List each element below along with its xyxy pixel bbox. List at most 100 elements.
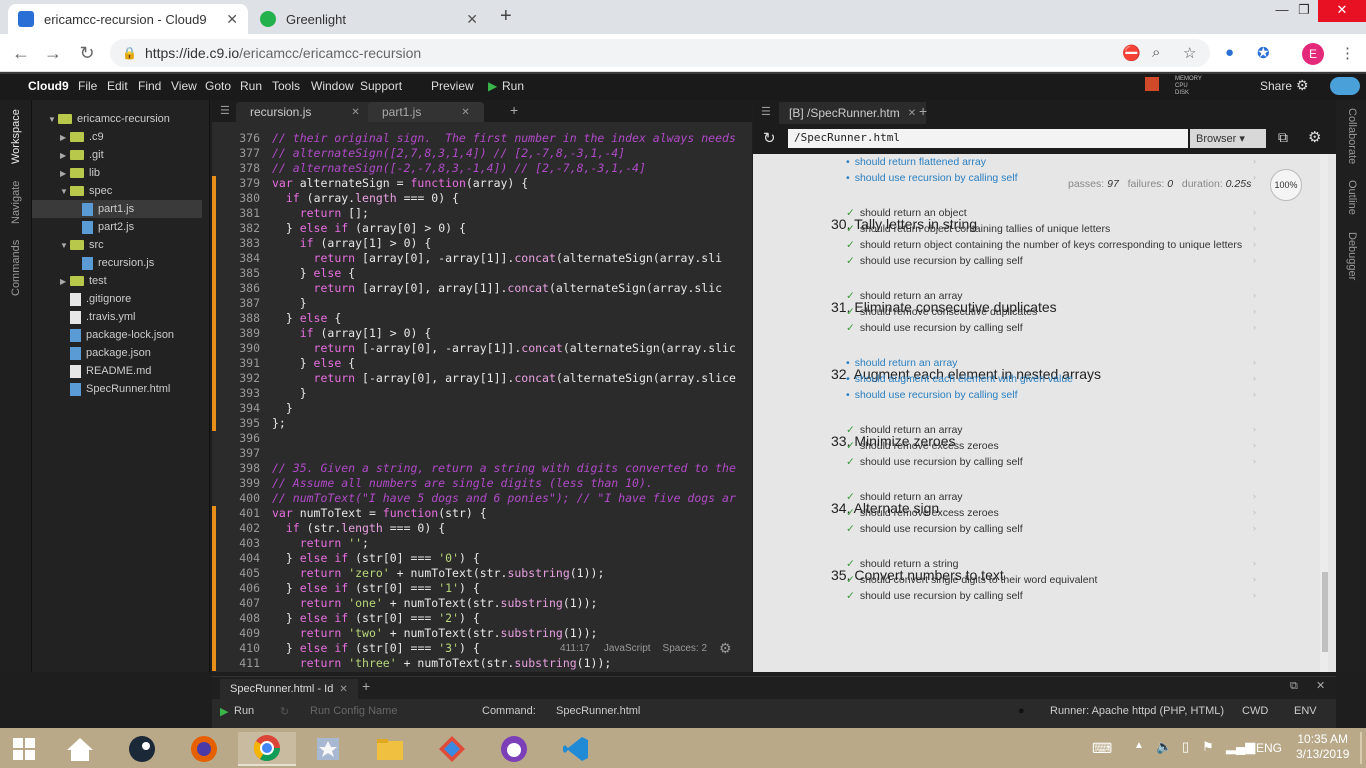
runner-select[interactable]: Runner: Apache httpd (PHP, HTML): [1050, 705, 1224, 717]
close-tab-icon[interactable]: ✕: [226, 11, 238, 28]
tree-item[interactable]: ▼ src: [32, 236, 202, 254]
restart-icon[interactable]: ↻: [280, 705, 289, 718]
chevron-right-icon[interactable]: ›: [1253, 156, 1256, 166]
code-line[interactable]: 407 return 'one' + numToText(str.substri…: [212, 596, 752, 611]
preview-url-field[interactable]: /SpecRunner.html: [788, 129, 1188, 148]
keyboard-icon[interactable]: ⌨: [1092, 740, 1112, 757]
tree-item[interactable]: package.json: [32, 344, 202, 362]
close-tab-icon[interactable]: ✕: [466, 11, 478, 28]
browser-tab-cloud9[interactable]: ericamcc-recursion - Cloud9 ✕: [8, 4, 248, 34]
spec-test-item[interactable]: ✓ should use recursion by calling self: [846, 255, 1023, 267]
zoom-icon[interactable]: ⌕: [1152, 44, 1160, 61]
tree-item[interactable]: SpecRunner.html: [32, 380, 202, 398]
start-windows-icon[interactable]: [2, 732, 46, 766]
home-icon[interactable]: [58, 732, 102, 766]
env-button[interactable]: ENV: [1294, 705, 1317, 717]
tree-item[interactable]: .gitignore: [32, 290, 202, 308]
new-tab-button[interactable]: +: [500, 5, 512, 28]
spec-test-item[interactable]: ✓ should remove excess zeroes: [846, 507, 999, 519]
back-icon[interactable]: ←: [10, 43, 32, 64]
tree-item[interactable]: ▶ .c9: [32, 128, 202, 146]
app-name[interactable]: Cloud9: [28, 79, 69, 93]
forward-icon[interactable]: →: [42, 43, 64, 64]
pane-menu-icon[interactable]: ☰: [220, 104, 230, 117]
code-line[interactable]: 397: [212, 446, 752, 461]
chevron-right-icon[interactable]: ›: [1253, 523, 1256, 533]
code-line[interactable]: 392 return [-array[0], array[1]].concat(…: [212, 371, 752, 386]
spec-test-item[interactable]: ✓ should return an array: [846, 424, 963, 436]
spec-test-item[interactable]: ✓ should use recursion by calling self: [846, 523, 1023, 535]
maximize-panel-icon[interactable]: ⧉: [1290, 680, 1298, 693]
chevron-right-icon[interactable]: ›: [1253, 357, 1256, 367]
spec-test-item[interactable]: ✓ should use recursion by calling self: [846, 590, 1023, 602]
run-button[interactable]: Run: [502, 79, 524, 93]
chevron-right-icon[interactable]: ▶: [60, 277, 70, 286]
commands-tab[interactable]: Commands: [10, 240, 22, 296]
code-line[interactable]: 411 return 'three' + numToText(str.subst…: [212, 656, 752, 671]
chevron-right-icon[interactable]: ▶: [60, 133, 70, 142]
code-line[interactable]: 399 // Assume all numbers are single digi…: [212, 476, 752, 491]
reload-icon[interactable]: ↻: [76, 43, 98, 64]
chevron-right-icon[interactable]: ›: [1253, 306, 1256, 316]
tree-item[interactable]: recursion.js: [32, 254, 202, 272]
language-indicator[interactable]: ENG: [1256, 741, 1282, 755]
chevron-right-icon[interactable]: ›: [1253, 491, 1256, 501]
code-line[interactable]: 385 } else {: [212, 266, 752, 281]
code-line[interactable]: 403 return '';: [212, 536, 752, 551]
scroll-thumb[interactable]: [1322, 572, 1328, 652]
chevron-right-icon[interactable]: ›: [1253, 207, 1256, 217]
close-tab-icon[interactable]: ✕: [461, 107, 469, 118]
spec-test-item[interactable]: ✓ should return an array: [846, 290, 963, 302]
code-line[interactable]: 387 }: [212, 296, 752, 311]
chevron-right-icon[interactable]: ›: [1253, 590, 1256, 600]
code-line[interactable]: 377 // alternateSign([2,7,8,3,1,4]) // [2…: [212, 146, 752, 161]
close-tab-icon[interactable]: ✕: [908, 108, 916, 119]
menu-tools[interactable]: Tools: [272, 79, 300, 93]
code-line[interactable]: 389 if (array[1] > 0) {: [212, 326, 752, 341]
spec-test-item[interactable]: ✓ should convert single digits to their w…: [846, 574, 1097, 586]
run-play-icon[interactable]: ▶: [220, 705, 228, 718]
preview-settings-gear-icon[interactable]: ⚙: [1308, 128, 1321, 146]
cursor-position[interactable]: 411:17: [560, 643, 590, 654]
code-line[interactable]: 386 return [array[0], array[1]].concat(a…: [212, 281, 752, 296]
outline-tab[interactable]: Outline: [1346, 180, 1358, 215]
tree-item[interactable]: package-lock.json: [32, 326, 202, 344]
workspace-tab[interactable]: Workspace: [10, 109, 22, 164]
battery-icon[interactable]: ▯: [1182, 739, 1189, 755]
code-line[interactable]: 388 } else {: [212, 311, 752, 326]
spec-test-item[interactable]: • should return an array: [846, 357, 957, 369]
chevron-right-icon[interactable]: ›: [1253, 290, 1256, 300]
code-line[interactable]: 379 var alternateSign = function(array) {: [212, 176, 752, 191]
run-play-icon[interactable]: ▶: [488, 79, 497, 93]
tree-item[interactable]: ▶ lib: [32, 164, 202, 182]
chevron-right-icon[interactable]: ›: [1253, 255, 1256, 265]
tree-item[interactable]: .travis.yml: [32, 308, 202, 326]
share-button[interactable]: Share: [1260, 79, 1292, 93]
editor-tab-part1[interactable]: part1.js ✕: [368, 102, 484, 122]
code-line[interactable]: 384 return [array[0], -array[1]].concat(…: [212, 251, 752, 266]
show-desktop-button[interactable]: [1360, 732, 1362, 764]
menu-window[interactable]: Window: [311, 79, 354, 93]
flag-icon[interactable]: ⚑: [1202, 739, 1214, 755]
close-panel-icon[interactable]: ✕: [1316, 679, 1325, 692]
clock[interactable]: 10:35 AM 3/13/2019: [1296, 732, 1349, 762]
spec-test-item[interactable]: ✓ should remove excess zeroes: [846, 440, 999, 452]
spec-test-item[interactable]: ✓ should return an object: [846, 207, 967, 219]
run-config-button[interactable]: Run: [234, 705, 254, 717]
photos-icon[interactable]: [306, 732, 350, 766]
new-preview-tab-button[interactable]: +: [919, 103, 927, 119]
chevron-right-icon[interactable]: ›: [1253, 389, 1256, 399]
editor-tab-recursion[interactable]: recursion.js ✕: [236, 102, 374, 122]
indent-setting[interactable]: Spaces: 2: [663, 643, 707, 654]
github-desktop-icon[interactable]: [492, 732, 536, 766]
tree-item[interactable]: README.md: [32, 362, 202, 380]
browser-select[interactable]: Browser ▾: [1190, 129, 1266, 148]
file-explorer-icon[interactable]: [368, 732, 412, 766]
command-input[interactable]: SpecRunner.html: [556, 705, 640, 717]
code-line[interactable]: 382 } else if (array[0] > 0) {: [212, 221, 752, 236]
collaborate-tab[interactable]: Collaborate: [1346, 108, 1358, 164]
code-line[interactable]: 404 } else if (str[0] === '0') {: [212, 551, 752, 566]
menu-file[interactable]: File: [78, 79, 97, 93]
menu-edit[interactable]: Edit: [107, 79, 128, 93]
url-field[interactable]: 🔒 https://ide.c9.io/ericamcc/ericamcc-re…: [110, 39, 1210, 67]
